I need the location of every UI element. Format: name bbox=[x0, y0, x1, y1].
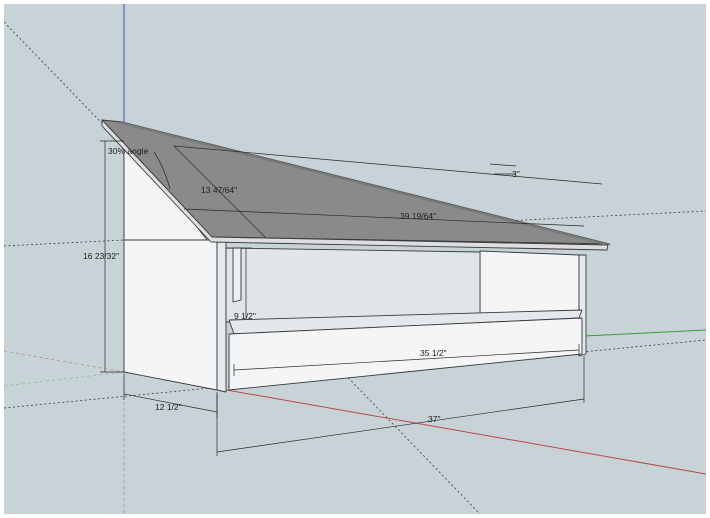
dimension-angle: 30% angle bbox=[108, 146, 148, 156]
dimension-roof-overhang: 3" bbox=[512, 169, 520, 179]
red-axis-negative bbox=[4, 350, 125, 373]
dimension-roof-depth: 13 47/64" bbox=[201, 185, 237, 195]
tray[interactable] bbox=[228, 309, 583, 391]
dimension-depth: 12 1/2" bbox=[155, 402, 182, 412]
left-end-panel-edge bbox=[216, 239, 227, 393]
dimension-tray-height: 9 1/2" bbox=[234, 311, 256, 321]
green-axis-negative bbox=[4, 371, 125, 387]
green-axis bbox=[583, 329, 706, 337]
dimension-length: 37" bbox=[428, 414, 440, 424]
inner-post bbox=[232, 247, 242, 303]
model-canvas[interactable]: 30% angle 3" 13 47/64" 39 19/64" 16 23/3… bbox=[4, 4, 706, 514]
dimension-tray-length: 35 1/2" bbox=[420, 348, 447, 358]
back-wall bbox=[225, 247, 481, 323]
sketchup-3d-viewport[interactable]: 30% angle 3" 13 47/64" 39 19/64" 16 23/3… bbox=[4, 4, 706, 514]
dimension-height: 16 23/32" bbox=[83, 251, 119, 261]
right-end-panel-face bbox=[479, 250, 580, 315]
dimension-roof-length: 39 19/64" bbox=[400, 211, 436, 221]
screenshot-frame: 30% angle 3" 13 47/64" 39 19/64" 16 23/3… bbox=[0, 0, 710, 518]
